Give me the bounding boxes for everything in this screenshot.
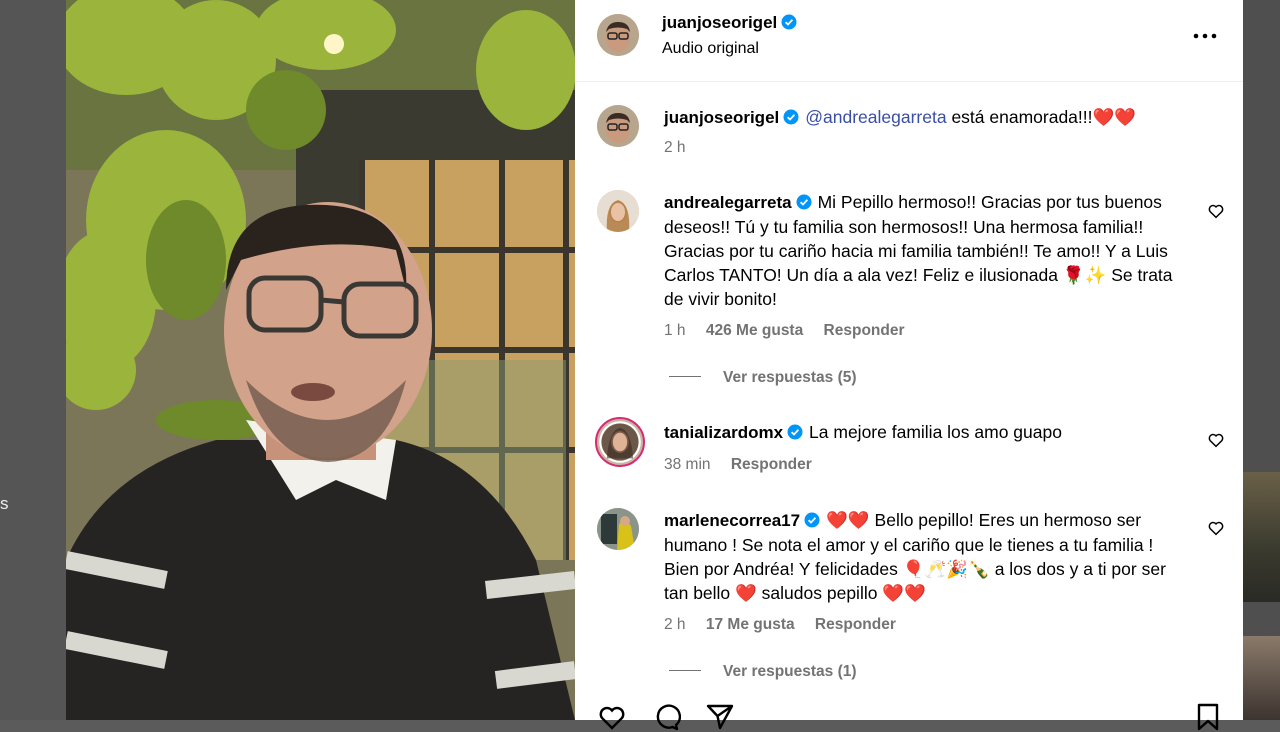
replies-divider [669, 670, 701, 671]
comment-meta: 1 h 426 Me gusta Responder [664, 322, 921, 340]
caption-username[interactable]: juanjoseorigel [664, 108, 799, 127]
reply-button[interactable]: Responder [815, 616, 896, 633]
verified-badge-icon [804, 512, 820, 528]
commenter-avatar[interactable] [597, 508, 639, 550]
mention-link[interactable]: @andrealegarreta [805, 107, 946, 127]
comment-meta: 38 min Responder [664, 456, 828, 474]
share-icon[interactable] [705, 702, 735, 732]
comment-username[interactable]: tanializardomx [664, 423, 803, 442]
comment-time[interactable]: 2 h [664, 616, 686, 633]
comment-likes[interactable]: 426 Me gusta [706, 322, 803, 339]
comment-username[interactable]: marlenecorrea17 [664, 511, 820, 530]
bookmark-icon[interactable] [1193, 702, 1223, 732]
reply-button[interactable]: Responder [731, 456, 812, 473]
commenter-avatar[interactable] [595, 417, 645, 467]
verified-badge-icon [787, 424, 803, 440]
background-text: s [0, 494, 9, 513]
verified-badge-icon [781, 14, 797, 30]
more-options-icon[interactable] [1187, 25, 1223, 47]
comment-body: La mejore familia los amo guapo [809, 422, 1062, 442]
author-username[interactable]: juanjoseorigel [662, 13, 797, 33]
comment-meta: 2 h 17 Me gusta Responder [664, 616, 912, 634]
background-right [1243, 0, 1280, 720]
caption-time[interactable]: 2 h [664, 139, 686, 156]
caption-author-avatar[interactable] [597, 105, 639, 147]
action-bar [575, 698, 1243, 731]
caption-body: está enamorada!!!❤️❤️ [946, 107, 1137, 127]
author-avatar[interactable] [597, 14, 639, 56]
verified-badge-icon [796, 194, 812, 210]
reply-button[interactable]: Responder [824, 322, 905, 339]
comment-text: marlenecorrea17 ❤️❤️ Bello pepillo! Eres … [664, 508, 1184, 605]
caption-text: juanjoseorigel @andrealegarreta está enam… [664, 105, 1184, 130]
audio-link[interactable]: Audio original [662, 40, 759, 58]
comment-text: tanializardomx La mejore familia los amo … [664, 420, 1184, 445]
post-header: juanjoseorigel Audio original [575, 0, 1243, 82]
comment-likes[interactable]: 17 Me gusta [706, 616, 795, 633]
commenter-avatar[interactable] [597, 190, 639, 232]
post-media-image [66, 0, 575, 720]
caption-meta: 2 h [664, 139, 702, 157]
comment-username[interactable]: andrealegarreta [664, 193, 812, 212]
comment-time[interactable]: 38 min [664, 456, 711, 473]
background-thumbnail [1243, 636, 1280, 720]
heart-icon[interactable] [597, 702, 627, 732]
replies-divider [669, 376, 701, 377]
comment-time[interactable]: 1 h [664, 322, 686, 339]
verified-badge-icon [783, 109, 799, 125]
heart-icon[interactable] [1207, 202, 1225, 220]
view-replies-button[interactable]: Ver respuestas (1) [669, 663, 857, 681]
background-left: s [0, 0, 66, 720]
post-media[interactable] [66, 0, 575, 720]
heart-icon[interactable] [1207, 431, 1225, 449]
post-panel: juanjoseorigel Audio original juanjoseor… [575, 0, 1243, 731]
background-thumbnail [1243, 472, 1280, 602]
view-replies-button[interactable]: Ver respuestas (5) [669, 369, 857, 387]
comment-icon[interactable] [651, 702, 681, 732]
heart-icon[interactable] [1207, 519, 1225, 537]
comment-text: andrealegarreta Mi Pepillo hermoso!! Grac… [664, 190, 1184, 311]
